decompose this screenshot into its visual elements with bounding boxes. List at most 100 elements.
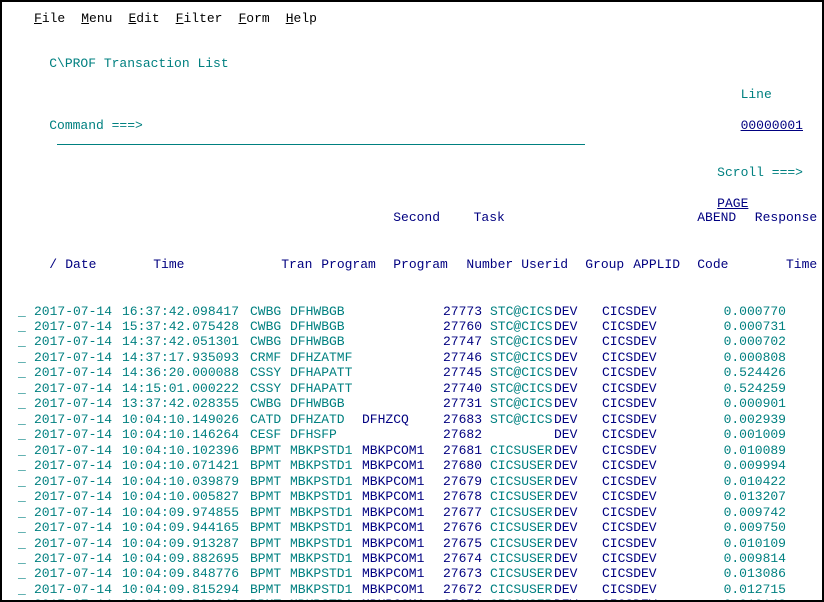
cell-userid: STC@CICS (482, 365, 554, 380)
cell-time: 10:04:09.784343 (122, 597, 250, 602)
cell-response: 0.009750 (714, 520, 786, 535)
cell-group: DEV (554, 505, 602, 520)
cell-time: 10:04:09.815294 (122, 582, 250, 597)
table-row[interactable]: _2017-07-1410:04:09.913287BPMTMBKPSTD1MB… (2, 536, 822, 551)
menu-item-menu[interactable]: Menu (81, 11, 112, 26)
cell-response: 0.010148 (714, 597, 786, 602)
cell-tran: CWBG (250, 396, 290, 411)
row-prefix-mark[interactable]: _ (18, 427, 34, 442)
screen-title: C\PROF Transaction List (49, 56, 228, 71)
cell-response: 0.013207 (714, 489, 786, 504)
table-row[interactable]: _2017-07-1410:04:09.784343BPMTMBKPSTD1MB… (2, 597, 822, 602)
table-row[interactable]: _2017-07-1416:37:42.098417CWBGDFHWBGB277… (2, 304, 822, 319)
table-row[interactable]: _2017-07-1410:04:09.974855BPMTMBKPSTD1MB… (2, 505, 822, 520)
row-prefix-mark[interactable]: _ (18, 365, 34, 380)
row-prefix-mark[interactable]: _ (18, 489, 34, 504)
cell-program: DFHZATMF (290, 350, 362, 365)
cell-time: 10:04:09.882695 (122, 551, 250, 566)
table-row[interactable]: _2017-07-1410:04:09.882695BPMTMBKPSTD1MB… (2, 551, 822, 566)
cell-task: 27679 (434, 474, 482, 489)
cell-applid: CICSDEV (602, 474, 666, 489)
row-prefix-mark[interactable]: _ (18, 412, 34, 427)
command-input[interactable] (57, 133, 585, 145)
cell-program: DFHWBGB (290, 319, 362, 334)
table-row[interactable]: _2017-07-1410:04:10.071421BPMTMBKPSTD1MB… (2, 458, 822, 473)
cell-response: 0.000770 (714, 304, 786, 319)
table-row[interactable]: _2017-07-1413:37:42.028355CWBGDFHWBGB277… (2, 396, 822, 411)
table-row[interactable]: _2017-07-1414:37:17.935093CRMFDFHZATMF27… (2, 350, 822, 365)
cell-response: 0.524259 (714, 381, 786, 396)
row-prefix-mark[interactable]: _ (18, 566, 34, 581)
cell-second-program: DFHZCQ (362, 412, 434, 427)
table-row[interactable]: _2017-07-1410:04:10.149026CATDDFHZATDDFH… (2, 412, 822, 427)
cell-userid: CICSUSER (482, 597, 554, 602)
cell-program: DFHAPATT (290, 381, 362, 396)
cell-date: 2017-07-14 (34, 427, 122, 442)
row-prefix-mark[interactable]: _ (18, 304, 34, 319)
cell-program: MBKPSTD1 (290, 597, 362, 602)
cell-tran: BPMT (250, 551, 290, 566)
row-prefix-mark[interactable]: _ (18, 474, 34, 489)
cell-response: 0.001009 (714, 427, 786, 442)
table-row[interactable]: _2017-07-1410:04:09.848776BPMTMBKPSTD1MB… (2, 566, 822, 581)
cell-task: 27680 (434, 458, 482, 473)
menu-item-edit[interactable]: Edit (128, 11, 159, 26)
row-prefix-mark[interactable]: _ (18, 381, 34, 396)
table-row[interactable]: _2017-07-1410:04:10.102396BPMTMBKPSTD1MB… (2, 443, 822, 458)
row-prefix-mark[interactable]: _ (18, 350, 34, 365)
cell-applid: CICSDEV (602, 505, 666, 520)
cell-time: 10:04:10.039879 (122, 474, 250, 489)
table-row[interactable]: _2017-07-1410:04:10.005827BPMTMBKPSTD1MB… (2, 489, 822, 504)
cell-program: MBKPSTD1 (290, 551, 362, 566)
table-row[interactable]: _2017-07-1410:04:10.039879BPMTMBKPSTD1MB… (2, 474, 822, 489)
table-row[interactable]: _2017-07-1410:04:09.815294BPMTMBKPSTD1MB… (2, 582, 822, 597)
cell-task: 27675 (434, 536, 482, 551)
table-row[interactable]: _2017-07-1415:37:42.075428CWBGDFHWBGB277… (2, 319, 822, 334)
menu-item-filter[interactable]: Filter (176, 11, 223, 26)
cell-program: DFHZATD (290, 412, 362, 427)
cell-program: MBKPSTD1 (290, 536, 362, 551)
cell-task: 27673 (434, 566, 482, 581)
cell-group: DEV (554, 319, 602, 334)
cell-response: 0.524426 (714, 365, 786, 380)
cell-time: 10:04:10.071421 (122, 458, 250, 473)
table-row[interactable]: _2017-07-1414:15:01.000222CSSYDFHAPATT27… (2, 381, 822, 396)
table-row[interactable]: _2017-07-1414:37:42.051301CWBGDFHWBGB277… (2, 334, 822, 349)
cell-program: MBKPSTD1 (290, 505, 362, 520)
scroll-value[interactable]: PAGE (717, 196, 748, 211)
menu-item-form[interactable]: Form (238, 11, 269, 26)
cell-task: 27746 (434, 350, 482, 365)
table-row[interactable]: _2017-07-1410:04:10.146264CESFDFHSFP2768… (2, 427, 822, 442)
cell-time: 14:36:20.000088 (122, 365, 250, 380)
cell-applid: CICSDEV (602, 489, 666, 504)
menu-item-help[interactable]: Help (286, 11, 317, 26)
cell-task: 27773 (434, 304, 482, 319)
row-prefix-mark[interactable]: _ (18, 505, 34, 520)
row-prefix-mark[interactable]: _ (18, 458, 34, 473)
cell-time: 10:04:10.146264 (122, 427, 250, 442)
cell-userid: STC@CICS (482, 381, 554, 396)
cell-time: 16:37:42.098417 (122, 304, 250, 319)
row-prefix-mark[interactable]: _ (18, 536, 34, 551)
line-value: 00000001 (741, 118, 803, 133)
row-prefix-mark[interactable]: _ (18, 551, 34, 566)
command-label: Command ===> (49, 118, 143, 133)
row-prefix-mark[interactable]: _ (18, 319, 34, 334)
cell-userid: CICSUSER (482, 458, 554, 473)
row-prefix-mark[interactable]: _ (18, 597, 34, 602)
row-prefix-mark[interactable]: _ (18, 334, 34, 349)
cell-date: 2017-07-14 (34, 304, 122, 319)
row-prefix-mark[interactable]: _ (18, 443, 34, 458)
table-row[interactable]: _2017-07-1410:04:09.944165BPMTMBKPSTD1MB… (2, 520, 822, 535)
row-prefix-mark[interactable]: _ (18, 396, 34, 411)
cell-task: 27747 (434, 334, 482, 349)
cell-task: 27671 (434, 597, 482, 602)
row-prefix-mark[interactable]: _ (18, 582, 34, 597)
cell-group: DEV (554, 396, 602, 411)
table-row[interactable]: _2017-07-1414:36:20.000088CSSYDFHAPATT27… (2, 365, 822, 380)
cell-time: 10:04:10.149026 (122, 412, 250, 427)
cell-response: 0.010089 (714, 443, 786, 458)
row-prefix-mark[interactable]: _ (18, 520, 34, 535)
menu-item-file[interactable]: File (34, 11, 65, 26)
cell-applid: CICSDEV (602, 536, 666, 551)
